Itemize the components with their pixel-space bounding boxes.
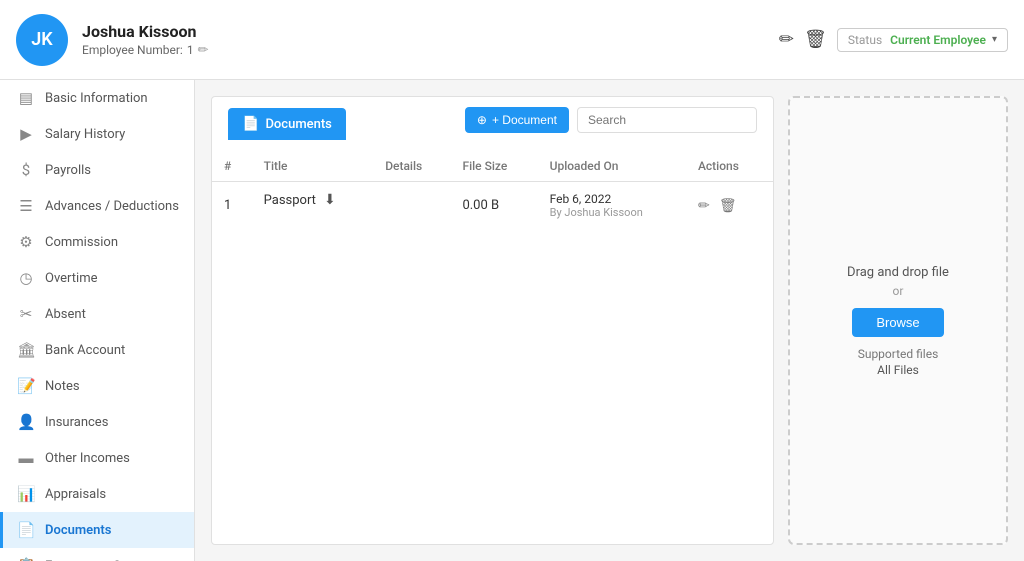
sidebar-item-label: Bank Account [45,343,125,358]
grid-icon: ▤ [17,89,35,107]
upload-or-text: or [893,284,904,298]
sidebar-item-other-incomes[interactable]: ▬ Other Incomes [0,440,194,476]
sidebar-item-label: Payrolls [45,163,91,178]
delete-button[interactable]: 🗑 [804,29,827,50]
col-actions: Actions [686,151,773,182]
commission-icon: ⚙ [17,233,35,251]
sidebar-item-documents[interactable]: 📄 Documents [0,512,194,548]
employee-name: Joshua Kissoon [82,22,779,41]
card-icon: ▬ [17,449,35,467]
sidebar-item-label: Insurances [45,415,108,430]
col-uploaded-on: Uploaded On [538,151,686,182]
doc-toolbar: 📄 Documents ⊕ + Document [212,97,773,151]
header: JK Joshua Kissoon Employee Number: 1 ✏ ✏… [0,0,1024,80]
status-label: Status [848,33,882,47]
header-actions: ✏ 🗑 Status Current Employee ▾ [779,28,1008,52]
sidebar-item-label: Other Incomes [45,451,130,466]
table-row: 1 Passport ⬇ 0.00 B Feb 6, 2022 By Joshu… [212,182,773,230]
download-icon[interactable]: ⬇ [324,192,336,208]
supported-files-value: All Files [877,363,919,377]
sidebar-item-label: Appraisals [45,487,106,502]
browse-button[interactable]: Browse [852,308,943,337]
sidebar-item-label: Documents [45,523,111,538]
sidebar-item-label: Salary History [45,127,125,142]
sidebar-item-commission[interactable]: ⚙ Commission [0,224,194,260]
edit-button[interactable]: ✏ [779,29,794,50]
dollar-icon: $ [17,161,35,179]
employee-number-row: Employee Number: 1 ✏ [82,43,779,58]
sidebar: ▤ Basic Information ▶ Salary History $ P… [0,80,195,561]
tab-document-icon: 📄 [242,116,259,132]
insurance-icon: 👤 [17,413,35,431]
document-icon: 📄 [17,521,35,539]
edit-number-icon[interactable]: ✏ [198,43,209,58]
layout: ▤ Basic Information ▶ Salary History $ P… [0,80,1024,561]
sidebar-item-label: Advances / Deductions [45,199,179,214]
search-input[interactable] [577,107,757,133]
employee-label: Employee Number: [82,43,183,57]
delete-row-icon[interactable]: 🗑 [719,198,737,214]
appraisals-icon: 📊 [17,485,35,503]
sidebar-item-basic-information[interactable]: ▤ Basic Information [0,80,194,116]
status-value: Current Employee [890,33,986,47]
cell-title: Passport ⬇ [252,182,374,218]
header-info: Joshua Kissoon Employee Number: 1 ✏ [82,22,779,58]
chevron-down-icon: ▾ [992,34,997,45]
plus-icon: ⊕ [477,113,487,127]
emergency-icon: 📋 [17,557,35,561]
sidebar-item-overtime[interactable]: ◷ Overtime [0,260,194,296]
add-document-label: + Document [492,113,557,127]
sidebar-item-label: Absent [45,307,86,322]
supported-label: Supported files [858,347,939,361]
sidebar-item-insurances[interactable]: 👤 Insurances [0,404,194,440]
clock-icon: ◷ [17,269,35,287]
main-content: 📄 Documents ⊕ + Document # Title Details… [195,80,1024,561]
absent-icon: ✂ [17,305,35,323]
cell-actions: ✏ 🗑 [686,182,773,230]
sidebar-item-emergency-contacts[interactable]: 📋 Emergency Contacts [0,548,194,561]
sidebar-item-advances-deductions[interactable]: ☰ Advances / Deductions [0,188,194,224]
documents-panel: 📄 Documents ⊕ + Document # Title Details… [211,96,774,545]
avatar: JK [16,14,68,66]
drag-drop-text: Drag and drop file [847,265,949,280]
col-details: Details [373,151,450,182]
sidebar-item-notes[interactable]: 📝 Notes [0,368,194,404]
bank-icon: 🏛 [17,341,35,359]
cell-uploaded-on: Feb 6, 2022 By Joshua Kissoon [538,182,686,230]
documents-table: # Title Details File Size Uploaded On Ac… [212,151,773,229]
documents-tab[interactable]: 📄 Documents [228,108,346,140]
col-number: # [212,151,252,182]
sidebar-item-bank-account[interactable]: 🏛 Bank Account [0,332,194,368]
history-icon: ▶ [17,125,35,143]
sidebar-item-payrolls[interactable]: $ Payrolls [0,152,194,188]
sidebar-item-appraisals[interactable]: 📊 Appraisals [0,476,194,512]
sidebar-item-salary-history[interactable]: ▶ Salary History [0,116,194,152]
sidebar-item-absent[interactable]: ✂ Absent [0,296,194,332]
sidebar-item-label: Notes [45,379,80,394]
cell-details [373,182,450,230]
notes-icon: 📝 [17,377,35,395]
cell-number: 1 [212,182,252,230]
upload-panel: Drag and drop file or Browse Supported f… [788,96,1008,545]
col-filesize: File Size [450,151,537,182]
sidebar-item-label: Basic Information [45,91,148,106]
employee-number: 1 [187,43,194,57]
documents-tab-label: Documents [265,117,331,132]
edit-row-icon[interactable]: ✏ [698,198,710,214]
status-badge[interactable]: Status Current Employee ▾ [837,28,1008,52]
cell-filesize: 0.00 B [450,182,537,230]
sidebar-item-label: Commission [45,235,118,250]
list-icon: ☰ [17,197,35,215]
col-title: Title [252,151,374,182]
sidebar-item-label: Overtime [45,271,97,286]
add-document-button[interactable]: ⊕ + Document [465,107,569,133]
